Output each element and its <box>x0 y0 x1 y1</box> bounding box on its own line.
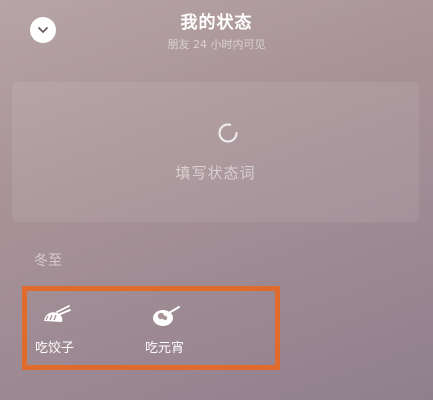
activity-label: 吃饺子 <box>35 341 75 356</box>
page-title: 我的状态 <box>180 13 253 33</box>
tangyuan-bowl-icon <box>153 306 180 326</box>
status-input-card[interactable]: 填写状态词 <box>12 82 419 222</box>
loading-ring-icon <box>218 123 238 143</box>
activity-item-dumplings[interactable]: 吃饺子 <box>27 299 107 359</box>
activity-grid: 吃饺子 吃元宵 <box>22 286 280 370</box>
dumpling-chopsticks-icon <box>44 305 71 322</box>
activity-item-tangyuan[interactable]: 吃元宵 <box>137 299 217 359</box>
page-subtitle: 朋友 24 小时内可见 <box>167 38 266 51</box>
activity-label: 吃元宵 <box>145 341 185 356</box>
section-label: 冬至 <box>34 253 62 269</box>
top-bar: 我的状态 朋友 24 小时内可见 <box>0 0 433 70</box>
status-placeholder[interactable]: 填写状态词 <box>12 162 419 183</box>
